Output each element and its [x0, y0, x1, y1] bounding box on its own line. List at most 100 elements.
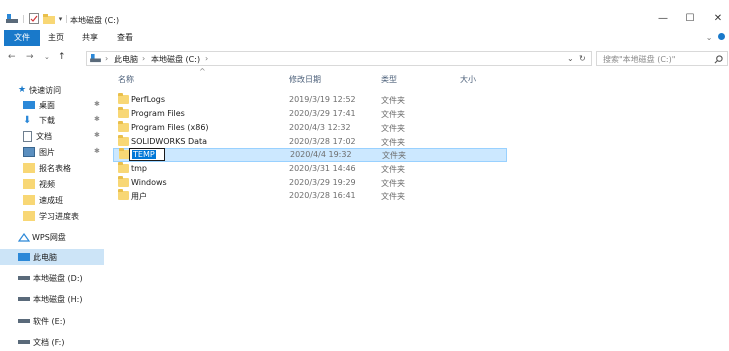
nav-item-desktop[interactable]: 桌面 [23, 97, 127, 113]
cloud-icon [18, 232, 30, 242]
refresh-icon[interactable]: ↻ [579, 54, 586, 63]
search-input[interactable]: 搜索"本地磁盘 (C:)" [596, 51, 728, 66]
file-row[interactable]: Windows 2020/3/29 19:29 文件夹 [113, 176, 507, 190]
search-icon[interactable] [714, 55, 723, 64]
help-icon[interactable] [718, 33, 725, 40]
nav-item-folder[interactable]: 视频 [23, 176, 127, 192]
download-icon: ⬇ [23, 114, 32, 126]
file-row[interactable]: 用户 2020/3/28 16:41 文件夹 [113, 189, 507, 203]
breadcrumb-separator[interactable]: › [105, 54, 108, 63]
rename-input[interactable]: TEMP [129, 148, 165, 161]
nav-drive-e[interactable]: 软件 (E:) [18, 313, 122, 329]
up-button[interactable]: ↑ [58, 52, 66, 62]
nav-wps-cloud[interactable]: WPS网盘 [18, 229, 122, 245]
desktop-icon [23, 101, 35, 109]
breadcrumb-separator[interactable]: › [205, 54, 208, 63]
nav-drive-d[interactable]: 本地磁盘 (D:) [18, 270, 122, 286]
nav-item-pictures[interactable]: 图片 [23, 144, 127, 160]
maximize-button[interactable]: ☐ [680, 12, 700, 26]
file-type: 文件夹 [381, 124, 405, 133]
drive-icon[interactable] [6, 13, 18, 24]
tab-home[interactable]: 主页 [43, 30, 69, 46]
file-name: Windows [131, 178, 167, 187]
folder-icon [118, 107, 129, 118]
nav-label: 学习进度表 [39, 211, 79, 221]
nav-item-folder[interactable]: 速成班 [23, 192, 127, 208]
window-title: 本地磁盘 (C:) [70, 16, 120, 25]
properties-icon[interactable] [28, 13, 39, 24]
pin-icon[interactable]: ✱ [94, 131, 100, 139]
new-folder-icon[interactable] [42, 13, 55, 24]
pin-icon[interactable]: ✱ [94, 147, 100, 155]
nav-label: 图片 [39, 147, 55, 157]
folder-icon [118, 189, 129, 200]
tab-view[interactable]: 查看 [112, 30, 138, 46]
folder-icon [118, 176, 129, 187]
file-row[interactable]: Program Files (x86) 2020/4/3 12:32 文件夹 [113, 121, 507, 135]
folder-icon [118, 93, 129, 104]
ribbon-controls: ⌄ [706, 33, 725, 42]
column-header-type[interactable]: 类型 [381, 74, 397, 85]
toolbar-divider: | [22, 14, 25, 23]
picture-icon [23, 147, 35, 157]
breadcrumb-this-pc[interactable]: 此电脑 [114, 54, 138, 65]
breadcrumb-local-disk-c[interactable]: 本地磁盘 (C:) [151, 54, 200, 65]
minimize-button[interactable]: — [653, 12, 673, 26]
file-row-selected[interactable]: TEMP 2020/4/4 19:32 文件夹 [113, 148, 507, 162]
close-button[interactable]: ✕ [708, 12, 728, 26]
tab-share[interactable]: 共享 [77, 30, 103, 46]
folder-icon [118, 162, 129, 173]
file-type: 文件夹 [381, 138, 405, 147]
nav-label: 本地磁盘 (H:) [33, 294, 83, 304]
search-placeholder: 搜索"本地磁盘 (C:)" [603, 55, 676, 64]
file-row[interactable]: tmp 2020/3/31 14:46 文件夹 [113, 162, 507, 176]
file-type: 文件夹 [381, 96, 405, 105]
file-date: 2020/4/4 19:32 [290, 150, 352, 159]
folder-icon [23, 211, 35, 221]
nav-label: WPS网盘 [32, 232, 66, 242]
address-row: ← → ⌄ ↑ › 此电脑 › 本地磁盘 (C:) › ⌄ ↻ 搜索"本地磁盘 … [0, 50, 729, 68]
nav-label: 快速访问 [29, 85, 62, 95]
drive-icon [18, 297, 30, 301]
expand-ribbon-icon[interactable]: ⌄ [706, 33, 713, 42]
nav-item-folder[interactable]: 学习进度表 [23, 208, 127, 224]
nav-item-folder[interactable]: 报名表格 [23, 160, 127, 176]
folder-icon [23, 179, 35, 189]
nav-label: 此电脑 [33, 252, 57, 262]
navigation-pane: ★ 快速访问 桌面 ✱ ⬇ 下载 ✱ 文档 ✱ 图片 ✱ 报名表格 视频 速成班… [0, 76, 106, 351]
nav-item-documents[interactable]: 文档 [23, 128, 127, 144]
nav-drive-f[interactable]: 文档 (F:) [18, 334, 122, 350]
file-row[interactable]: Program Files 2020/3/29 17:41 文件夹 [113, 107, 507, 121]
nav-item-downloads[interactable]: ⬇ 下载 [23, 112, 127, 128]
nav-label: 本地磁盘 (D:) [33, 273, 83, 283]
folder-icon [23, 195, 35, 205]
nav-drive-h[interactable]: 本地磁盘 (H:) [18, 291, 122, 307]
nav-this-pc[interactable]: 此电脑 [0, 249, 104, 265]
nav-quick-access[interactable]: ★ 快速访问 [18, 82, 122, 98]
nav-label: 速成班 [39, 195, 63, 205]
file-type: 文件夹 [381, 110, 405, 119]
pin-icon[interactable]: ✱ [94, 115, 100, 123]
folder-icon [118, 121, 129, 132]
folder-icon [23, 163, 35, 173]
address-bar[interactable]: › 此电脑 › 本地磁盘 (C:) › ⌄ ↻ [86, 51, 592, 66]
column-header-size[interactable]: 大小 [460, 74, 476, 85]
file-date: 2020/3/29 19:29 [289, 178, 356, 187]
ribbon-tabs: 文件 主页 共享 查看 ⌄ [0, 30, 729, 46]
back-button[interactable]: ← [8, 52, 16, 62]
star-icon: ★ [18, 85, 27, 95]
pin-icon[interactable]: ✱ [94, 100, 100, 108]
address-dropdown-icon[interactable]: ⌄ [567, 54, 574, 63]
customize-toolbar-icon[interactable]: ▾ [59, 15, 63, 23]
column-header-date[interactable]: 修改日期 [289, 74, 321, 85]
folder-icon [118, 135, 129, 146]
breadcrumb-separator[interactable]: › [142, 54, 145, 63]
recent-locations-button[interactable]: ⌄ [44, 53, 50, 61]
file-type: 文件夹 [381, 192, 405, 201]
file-row[interactable]: PerfLogs 2019/3/19 12:52 文件夹 [113, 93, 507, 107]
file-date: 2020/3/29 17:41 [289, 109, 356, 118]
tab-file[interactable]: 文件 [4, 30, 40, 46]
drive-icon [18, 340, 30, 344]
forward-button[interactable]: → [26, 52, 34, 62]
drive-icon [18, 276, 30, 280]
